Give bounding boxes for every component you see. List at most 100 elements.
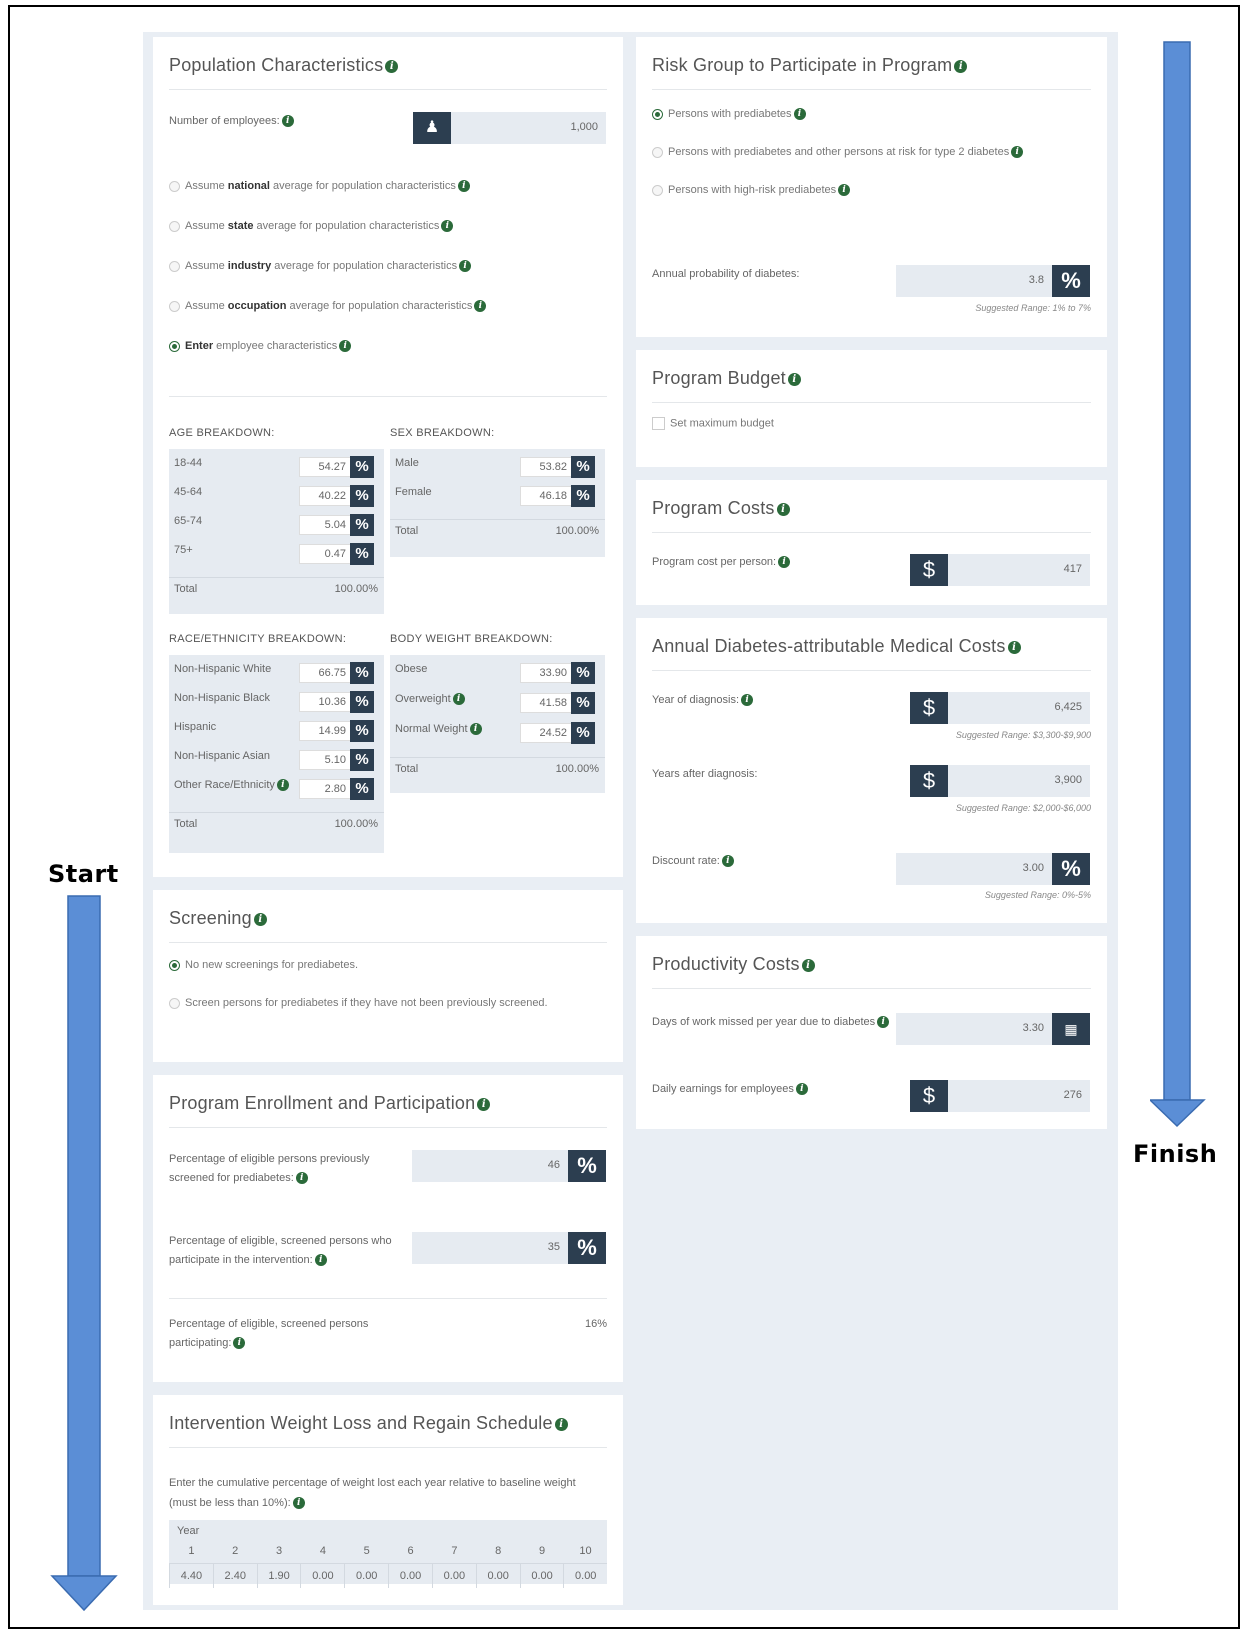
info-icon[interactable]: i: [787, 372, 801, 386]
weightloss-input[interactable]: 0.00: [431, 1563, 477, 1588]
participate-input[interactable]: 35 %: [412, 1232, 606, 1264]
info-icon[interactable]: i: [793, 108, 806, 121]
radio-button[interactable]: [652, 146, 663, 158]
info-icon[interactable]: i: [281, 115, 294, 128]
weightloss-input[interactable]: 0.00: [388, 1563, 433, 1588]
breakdown-input[interactable]: 5.10: [299, 750, 351, 770]
weightloss-input[interactable]: 0.00: [563, 1563, 607, 1588]
info-icon[interactable]: i: [795, 1083, 808, 1096]
weightloss-input[interactable]: 4.40: [169, 1563, 214, 1588]
risk-title: Risk Group to Participate in Program i: [652, 37, 1091, 90]
breakdown-input[interactable]: 14.99: [299, 721, 351, 741]
info-icon[interactable]: i: [276, 779, 289, 792]
budget-title: Program Budget i: [652, 350, 1091, 403]
probability-input[interactable]: 3.8 %: [896, 265, 1090, 297]
dollar-addon: $: [910, 1080, 948, 1112]
year-diagnosis-input[interactable]: $ 6,425: [910, 692, 1090, 724]
info-icon[interactable]: i: [1011, 146, 1024, 159]
percent-addon: %: [350, 456, 374, 478]
screening-options: No new screenings for prediabetes. Screen…: [169, 953, 607, 1029]
finish-label: Finish: [1133, 1140, 1218, 1168]
info-icon[interactable]: i: [778, 556, 791, 569]
employees-input[interactable]: ♟ 1,000: [413, 112, 606, 144]
cost-input[interactable]: $ 417: [910, 554, 1090, 586]
weightloss-input[interactable]: 0.00: [344, 1563, 389, 1588]
days-missed-input[interactable]: 3.30 ▦: [896, 1013, 1090, 1045]
population-option[interactable]: Assume occupation average for population…: [169, 300, 487, 340]
screened-input[interactable]: 46 %: [412, 1150, 606, 1182]
screening-option[interactable]: No new screenings for prediabetes.: [169, 953, 607, 991]
population-option[interactable]: Enter employee characteristics i: [169, 340, 486, 380]
population-option[interactable]: Assume state average for population char…: [169, 220, 486, 260]
radio-button[interactable]: [169, 340, 180, 352]
employees-label: Number of employees: i: [169, 115, 294, 128]
info-icon[interactable]: i: [474, 300, 487, 313]
breakdown-input[interactable]: 40.22: [299, 486, 351, 506]
risk-option[interactable]: Persons with prediabetes i: [652, 108, 1091, 146]
info-icon[interactable]: i: [452, 693, 465, 706]
population-option[interactable]: Assume industry average for population c…: [169, 260, 486, 300]
info-icon[interactable]: i: [314, 1254, 327, 1267]
weightloss-input[interactable]: 0.00: [475, 1563, 521, 1588]
info-icon[interactable]: i: [721, 855, 734, 868]
radio-button[interactable]: [652, 108, 663, 120]
breakdown-input[interactable]: 66.75: [299, 663, 351, 683]
info-icon[interactable]: i: [457, 180, 470, 193]
budget-checkbox-row[interactable]: Set maximum budget: [652, 413, 1091, 430]
medical-title: Annual Diabetes-attributable Medical Cos…: [652, 618, 1091, 671]
breakdown-label: Normal Weight i: [395, 723, 482, 736]
info-icon[interactable]: i: [469, 723, 482, 736]
risk-option[interactable]: Persons with prediabetes and other perso…: [652, 146, 1091, 184]
info-icon[interactable]: i: [292, 1497, 305, 1510]
breakdown-input[interactable]: 33.90: [520, 663, 572, 683]
percent-addon: %: [350, 662, 374, 684]
weightloss-input[interactable]: 1.90: [256, 1563, 301, 1588]
radio-button[interactable]: [169, 959, 180, 971]
risk-option[interactable]: Persons with high-risk prediabetes i: [652, 184, 1091, 222]
breakdown-input[interactable]: 10.36: [299, 692, 351, 712]
radio-button[interactable]: [169, 180, 180, 192]
info-icon[interactable]: i: [877, 1016, 890, 1029]
info-icon[interactable]: i: [233, 1337, 246, 1350]
info-icon[interactable]: i: [385, 59, 399, 73]
breakdown-input[interactable]: 46.18: [520, 486, 572, 506]
daily-earnings-input[interactable]: $ 276: [910, 1080, 1090, 1112]
screening-option[interactable]: Screen persons for prediabetes if they h…: [169, 991, 607, 1029]
breakdown-input[interactable]: 0.47: [299, 544, 351, 564]
weightloss-input[interactable]: 0.00: [300, 1563, 345, 1588]
radio-button[interactable]: [169, 300, 180, 312]
info-icon[interactable]: i: [295, 1172, 308, 1185]
info-icon[interactable]: i: [838, 184, 851, 197]
breakdown-input[interactable]: 41.58: [520, 693, 572, 713]
after-diagnosis-input[interactable]: $ 3,900: [910, 765, 1090, 797]
radio-button[interactable]: [169, 997, 180, 1009]
radio-button[interactable]: [169, 260, 180, 272]
weightloss-description: Enter the cumulative percentage of weigh…: [169, 1477, 576, 1510]
weightloss-input[interactable]: 2.40: [212, 1563, 258, 1588]
breakdown-input[interactable]: 5.04: [299, 515, 351, 535]
radio-button[interactable]: [652, 184, 663, 196]
discount-input[interactable]: 3.00 %: [896, 853, 1090, 885]
info-icon[interactable]: i: [1007, 640, 1021, 654]
year-header: 9: [538, 1545, 546, 1557]
info-icon[interactable]: i: [554, 1417, 568, 1431]
breakdown-input[interactable]: 24.52: [520, 723, 572, 743]
info-icon[interactable]: i: [801, 958, 815, 972]
breakdown-input[interactable]: 2.80: [299, 779, 351, 799]
info-icon[interactable]: i: [441, 220, 454, 233]
info-icon[interactable]: i: [339, 340, 352, 353]
breakdown-input[interactable]: 53.82: [520, 457, 572, 477]
info-icon[interactable]: i: [253, 912, 267, 926]
info-icon[interactable]: i: [459, 260, 472, 273]
calendar-icon[interactable]: ▦: [1052, 1013, 1090, 1045]
info-icon[interactable]: i: [776, 502, 790, 516]
population-option[interactable]: Assume national average for population c…: [169, 180, 486, 220]
info-icon[interactable]: i: [477, 1097, 491, 1111]
budget-checkbox[interactable]: [652, 417, 665, 430]
info-icon[interactable]: i: [954, 59, 968, 73]
medical-panel: Annual Diabetes-attributable Medical Cos…: [636, 618, 1107, 923]
breakdown-input[interactable]: 54.27: [299, 457, 351, 477]
weightloss-input[interactable]: 0.00: [519, 1563, 564, 1588]
info-icon[interactable]: i: [741, 694, 754, 707]
radio-button[interactable]: [169, 220, 180, 232]
